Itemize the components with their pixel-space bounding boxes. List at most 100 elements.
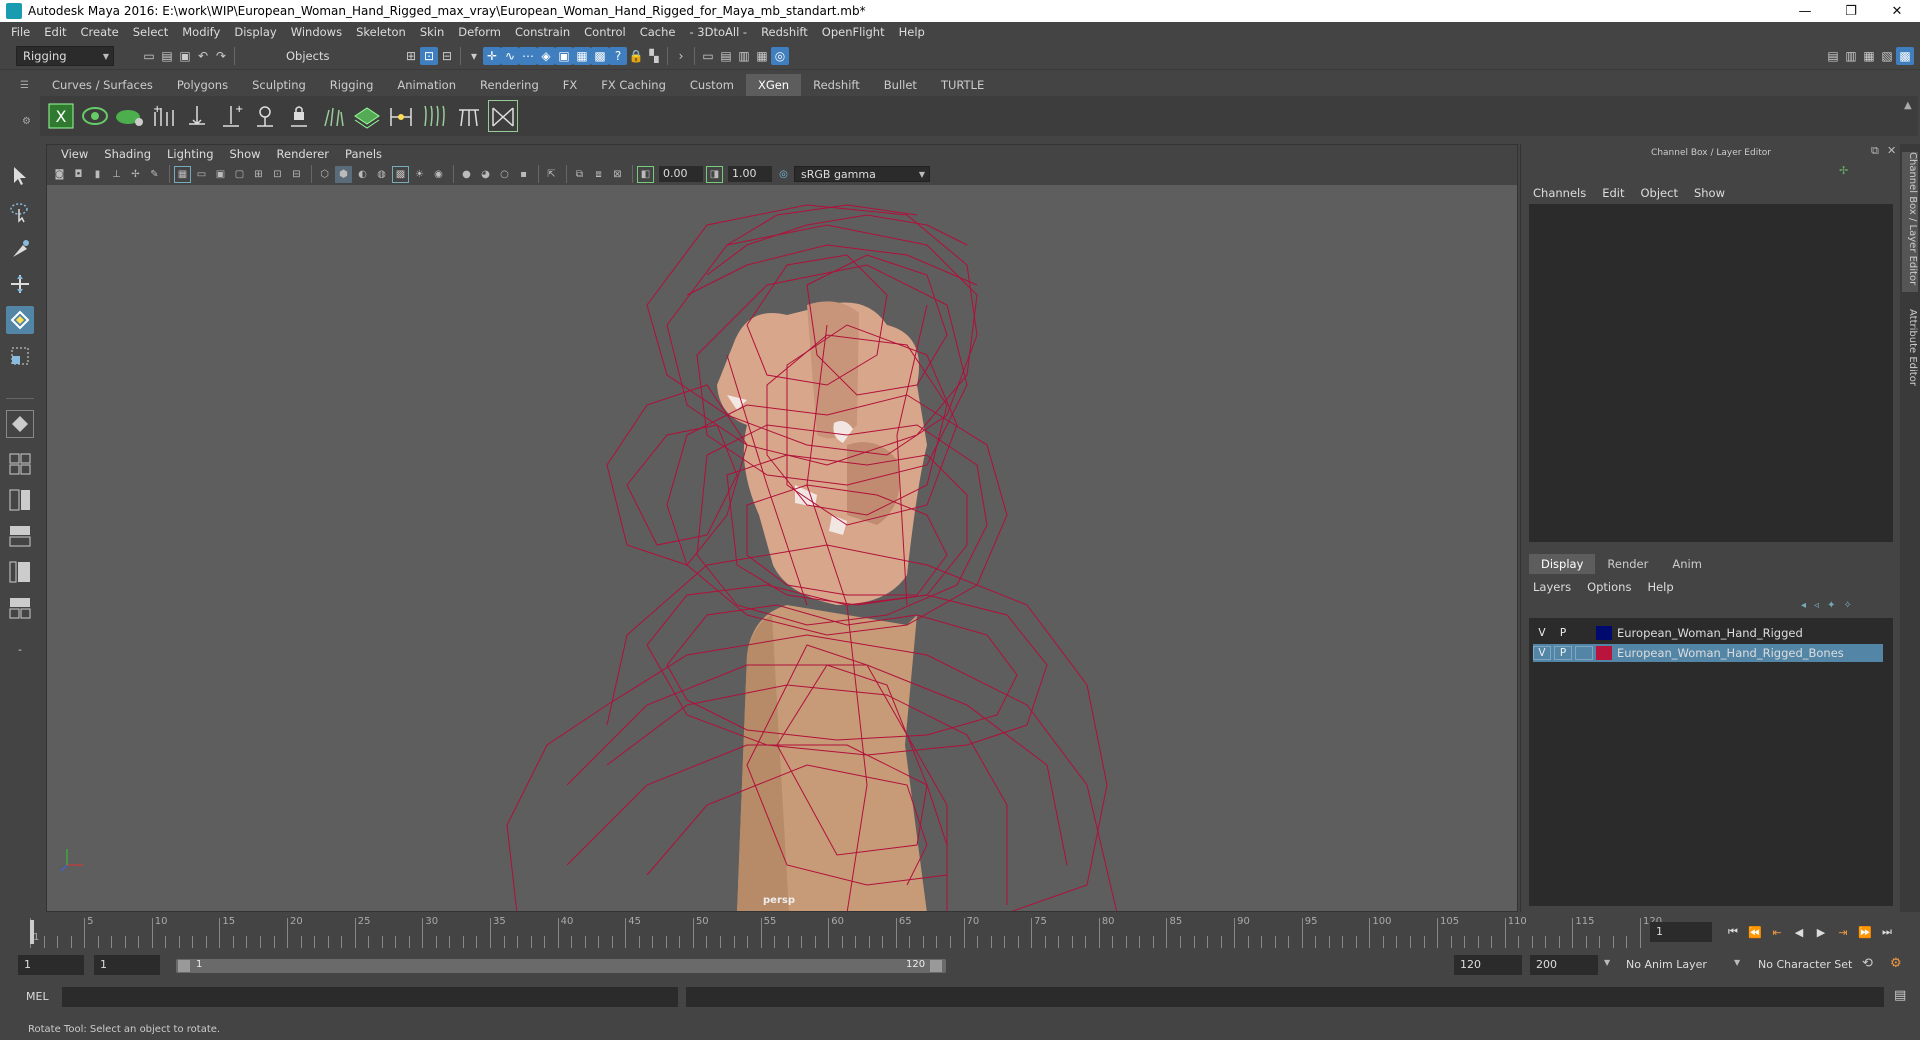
xgen-curves-to-guides-icon[interactable] bbox=[420, 100, 450, 132]
menu-select[interactable]: Select bbox=[126, 25, 175, 39]
xgen-add-guide-icon[interactable]: + bbox=[148, 100, 178, 132]
shelf-tab-polygons[interactable]: Polygons bbox=[164, 74, 241, 96]
range-start-handle[interactable] bbox=[178, 960, 190, 972]
viewport-menu-view[interactable]: View bbox=[53, 147, 96, 161]
layer-visibility-toggle[interactable]: V bbox=[1533, 626, 1551, 640]
edit-menu[interactable]: Edit bbox=[1594, 186, 1632, 200]
tab-anim-layers[interactable]: Anim bbox=[1660, 554, 1714, 574]
character-set-dropdown[interactable]: No Character Set bbox=[1752, 955, 1866, 975]
help-menu[interactable]: Help bbox=[1639, 580, 1681, 594]
render-frame-icon[interactable]: ▤ bbox=[717, 47, 735, 65]
layout-outliner-icon[interactable] bbox=[6, 522, 34, 550]
scale-tool-icon[interactable] bbox=[6, 342, 34, 370]
attribute-editor-icon[interactable]: ▥ bbox=[1842, 47, 1860, 65]
layers-menu[interactable]: Layers bbox=[1525, 580, 1579, 594]
paint-select-tool-icon[interactable] bbox=[6, 234, 34, 262]
viewport-scene[interactable]: persp bbox=[47, 185, 1518, 912]
options-menu[interactable]: Options bbox=[1579, 580, 1639, 594]
menu-cache[interactable]: Cache bbox=[633, 25, 683, 39]
snap-bone-icon[interactable]: ▩ bbox=[591, 47, 609, 65]
float-panel-icon[interactable]: ⧉ bbox=[1871, 144, 1879, 158]
menu-constrain[interactable]: Constrain bbox=[508, 25, 577, 39]
play-backwards-icon[interactable]: ◀ bbox=[1788, 922, 1810, 942]
auto-key-icon[interactable]: ⟲ bbox=[1862, 956, 1873, 971]
layer-visibility-toggle[interactable]: V bbox=[1533, 646, 1551, 660]
snap-grid-icon[interactable]: ✛ bbox=[483, 47, 501, 65]
range-end-handle[interactable] bbox=[930, 960, 942, 972]
snap-point-icon[interactable]: ⋯ bbox=[519, 47, 537, 65]
anti-alias-icon[interactable]: ○ bbox=[496, 166, 513, 183]
film-gate-icon[interactable]: ▭ bbox=[193, 166, 210, 183]
selection-mode-dropdown[interactable]: Objects bbox=[280, 46, 380, 66]
gamma-icon[interactable]: ◨ bbox=[706, 165, 723, 183]
2d-pan-icon[interactable]: ✢ bbox=[127, 166, 144, 183]
xgen-guide-sculpt-icon[interactable] bbox=[250, 100, 280, 132]
render-view-icon[interactable]: ▭ bbox=[699, 47, 717, 65]
shelf-tab-animation[interactable]: Animation bbox=[385, 74, 469, 96]
layer-display-type-toggle[interactable] bbox=[1575, 646, 1593, 660]
viewport-menu-shading[interactable]: Shading bbox=[96, 147, 159, 161]
xgen-guide-normals-icon[interactable] bbox=[318, 100, 348, 132]
xgen-lock-guides-icon[interactable] bbox=[284, 100, 314, 132]
gamma-field[interactable]: 1.00 bbox=[728, 166, 772, 182]
grid-icon[interactable]: ▦ bbox=[174, 165, 191, 183]
xgen-mesh-icon[interactable] bbox=[352, 100, 382, 132]
safe-action-icon[interactable]: ⊡ bbox=[269, 166, 286, 183]
layer-color-swatch[interactable] bbox=[1596, 626, 1612, 640]
layer-row[interactable]: V P European_Woman_Hand_Rigged bbox=[1533, 624, 1883, 642]
anim-layer-dropdown[interactable]: No Anim Layer bbox=[1620, 955, 1744, 975]
script-editor-icon[interactable]: ▤ bbox=[1894, 988, 1906, 1003]
menu-set-dropdown[interactable]: Rigging ▼ bbox=[16, 46, 114, 66]
use-all-lights-icon[interactable]: ☀ bbox=[411, 166, 428, 183]
new-scene-icon[interactable]: ▭ bbox=[140, 47, 158, 65]
shelf-options-icon[interactable]: ☰ bbox=[20, 80, 29, 91]
layer-playback-toggle[interactable]: P bbox=[1554, 626, 1572, 640]
xgen-guides-to-curves-icon[interactable] bbox=[454, 100, 484, 132]
grease-pencil-icon[interactable]: ✎ bbox=[146, 166, 163, 183]
camera-attributes-icon[interactable]: ◘ bbox=[70, 166, 87, 183]
menu-create[interactable]: Create bbox=[74, 25, 126, 39]
select-by-component-icon[interactable]: ⊟ bbox=[438, 47, 456, 65]
select-by-hierarchy-icon[interactable]: ⊞ bbox=[402, 47, 420, 65]
shelf-tab-custom[interactable]: Custom bbox=[677, 74, 746, 96]
default-material-icon[interactable]: ◐ bbox=[354, 166, 371, 183]
snap-curve-icon[interactable]: ∿ bbox=[501, 47, 519, 65]
xgen-editor-icon[interactable]: X bbox=[46, 100, 76, 132]
modeling-toolkit-icon[interactable]: ▤ bbox=[1824, 47, 1842, 65]
close-panel-icon[interactable]: ✕ bbox=[1887, 144, 1896, 157]
animation-preferences-icon[interactable]: ⚙ bbox=[1890, 956, 1902, 971]
show-menu[interactable]: Show bbox=[1686, 186, 1733, 200]
field-chart-icon[interactable]: ⊞ bbox=[250, 166, 267, 183]
menu-help[interactable]: Help bbox=[892, 25, 932, 39]
lasso-tool-icon[interactable] bbox=[6, 198, 34, 226]
layout-split-icon[interactable] bbox=[6, 486, 34, 514]
layer-color-swatch[interactable] bbox=[1596, 646, 1612, 660]
play-forwards-icon[interactable]: ▶ bbox=[1810, 922, 1832, 942]
range-slider[interactable]: 1 120 bbox=[176, 959, 946, 973]
end-time-field[interactable]: 200 bbox=[1530, 955, 1598, 975]
viewport-menu-renderer[interactable]: Renderer bbox=[269, 147, 338, 161]
select-tool-icon[interactable] bbox=[6, 162, 34, 190]
snap-surface-icon[interactable]: ▦ bbox=[573, 47, 591, 65]
go-to-start-icon[interactable]: ⏮ bbox=[1722, 922, 1744, 942]
restore-button[interactable]: ❐ bbox=[1828, 0, 1874, 22]
shelf-tab-sculpting[interactable]: Sculpting bbox=[240, 74, 318, 96]
start-time-field[interactable]: 1 bbox=[18, 955, 84, 975]
hypershade-icon[interactable]: ◎ bbox=[771, 47, 789, 65]
symmetry-icon[interactable]: ? bbox=[609, 47, 627, 65]
manipulator-icon[interactable]: ✢ bbox=[1839, 164, 1848, 177]
shelf-tab-fx-caching[interactable]: FX Caching bbox=[589, 74, 678, 96]
shelf-tab-rigging[interactable]: Rigging bbox=[317, 74, 386, 96]
layout-graph-icon[interactable] bbox=[6, 558, 34, 586]
layer-display-type-toggle[interactable] bbox=[1575, 626, 1593, 640]
viewport-menu-show[interactable]: Show bbox=[222, 147, 269, 161]
step-forward-key-icon[interactable]: ⏩ bbox=[1854, 922, 1876, 942]
save-scene-icon[interactable]: ▣ bbox=[176, 47, 194, 65]
menu-skin[interactable]: Skin bbox=[413, 25, 451, 39]
undo-icon[interactable]: ↶ bbox=[194, 47, 212, 65]
shelf-tab-turtle[interactable]: TURTLE bbox=[928, 74, 997, 96]
layer-editor-icon[interactable]: ▩ bbox=[1896, 47, 1914, 65]
snap-view-plane-icon[interactable]: ◈ bbox=[537, 47, 555, 65]
render-settings-icon[interactable]: ▦ bbox=[753, 47, 771, 65]
gate-mask-icon[interactable]: ▢ bbox=[231, 166, 248, 183]
